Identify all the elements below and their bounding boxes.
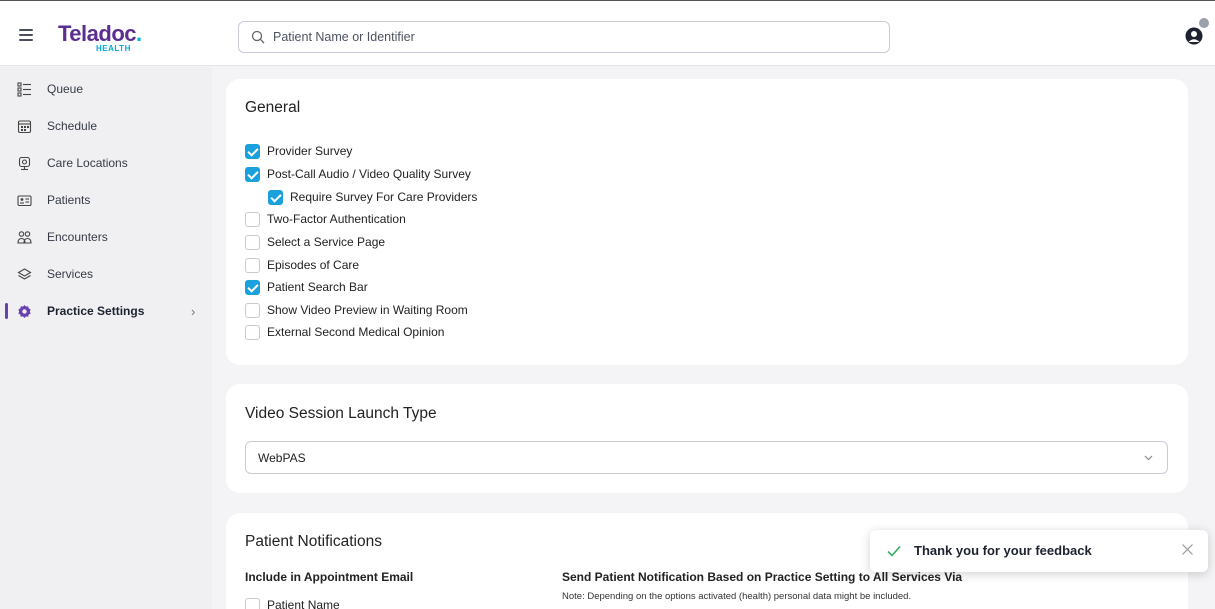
search-icon [251, 30, 265, 44]
teladoc-logo[interactable]: Teladoc. HEALTH [58, 21, 142, 53]
sidebar: Queue Schedule Care Locations Patients E… [0, 67, 212, 609]
sidebar-item-patients[interactable]: Patients [0, 185, 212, 215]
patient-name-option[interactable]: Patient Name [245, 596, 340, 609]
toast-message: Thank you for your feedback [914, 543, 1092, 558]
episodes-of-care-option[interactable]: Episodes of Care [245, 256, 359, 274]
provider-survey-option[interactable]: Provider Survey [245, 142, 352, 160]
gear-icon [18, 304, 31, 318]
require-survey-option[interactable]: Require Survey For Care Providers [268, 188, 477, 206]
logo-text: Teladoc [58, 21, 137, 46]
sidebar-item-queue[interactable]: Queue [0, 74, 212, 104]
sidebar-item-label: Encounters [47, 230, 108, 244]
user-avatar-icon[interactable] [1185, 27, 1203, 45]
people-icon [17, 230, 32, 244]
sidebar-item-label: Practice Settings [47, 304, 145, 318]
patient-search-bar-option[interactable]: Patient Search Bar [245, 278, 368, 296]
option-label: Two-Factor Authentication [267, 212, 406, 226]
select-value: WebPAS [258, 451, 306, 465]
presence-indicator [1199, 18, 1209, 28]
close-icon[interactable] [1181, 543, 1194, 556]
active-indicator [5, 303, 8, 319]
video-launch-card: Video Session Launch Type WebPAS [226, 384, 1188, 493]
calendar-icon [17, 119, 32, 133]
video-preview-option[interactable]: Show Video Preview in Waiting Room [245, 301, 468, 319]
queue-icon [17, 81, 31, 97]
option-label: Require Survey For Care Providers [290, 190, 478, 204]
patient-card-icon [17, 194, 32, 206]
sidebar-item-services[interactable]: Services [0, 259, 212, 289]
notifications-title: Patient Notifications [245, 533, 382, 550]
sidebar-item-encounters[interactable]: Encounters [0, 222, 212, 252]
second-opinion-option[interactable]: External Second Medical Opinion [245, 323, 444, 341]
search-input[interactable] [273, 27, 873, 47]
logo-subtext: HEALTH [96, 44, 131, 53]
option-label: Episodes of Care [267, 258, 360, 272]
privacy-note: Note: Depending on the options activated… [562, 591, 912, 602]
include-heading: Include in Appointment Email [245, 570, 414, 584]
logo-dot: . [136, 21, 142, 46]
care-location-icon [18, 156, 31, 170]
hamburger-menu-icon[interactable] [19, 29, 33, 41]
option-label: Select a Service Page [267, 235, 386, 249]
option-label: Patient Name [267, 598, 340, 609]
checkbox-checked[interactable] [245, 143, 260, 159]
sidebar-item-practice-settings[interactable]: Practice Settings › [0, 296, 212, 326]
checkbox-unchecked[interactable] [245, 257, 260, 273]
general-title: General [245, 99, 301, 116]
option-label: External Second Medical Opinion [267, 325, 445, 339]
checkbox-checked[interactable] [245, 166, 260, 182]
checkbox-unchecked[interactable] [245, 597, 260, 609]
post-call-survey-option[interactable]: Post-Call Audio / Video Quality Survey [245, 165, 471, 183]
option-label: Provider Survey [267, 144, 353, 158]
general-settings-card: General Provider Survey Post-Call Audio … [226, 79, 1188, 365]
chevron-down-icon [1144, 455, 1153, 461]
sidebar-item-label: Services [47, 267, 94, 281]
patient-search[interactable] [238, 21, 890, 53]
sidebar-item-label: Patients [47, 193, 91, 207]
sidebar-item-label: Care Locations [47, 156, 128, 170]
checkbox-checked[interactable] [268, 189, 283, 205]
layers-icon [17, 267, 32, 280]
sidebar-item-schedule[interactable]: Schedule [0, 111, 212, 141]
launch-type-select[interactable]: WebPAS [245, 441, 1168, 474]
sidebar-item-label: Queue [47, 82, 84, 96]
feedback-toast: Thank you for your feedback [870, 530, 1208, 572]
check-icon [887, 545, 901, 557]
service-page-option[interactable]: Select a Service Page [245, 233, 385, 251]
top-bar: Teladoc. HEALTH [0, 0, 1215, 66]
sidebar-item-care-locations[interactable]: Care Locations [0, 148, 212, 178]
option-label: Show Video Preview in Waiting Room [267, 303, 468, 317]
option-label: Patient Search Bar [267, 280, 368, 294]
checkbox-unchecked[interactable] [245, 211, 260, 227]
option-label: Post-Call Audio / Video Quality Survey [267, 167, 471, 181]
video-launch-title: Video Session Launch Type [245, 405, 437, 422]
checkbox-checked[interactable] [245, 279, 260, 295]
two-factor-option[interactable]: Two-Factor Authentication [245, 210, 406, 228]
checkbox-unchecked[interactable] [245, 324, 260, 340]
send-heading: Send Patient Notification Based on Pract… [562, 570, 963, 584]
checkbox-unchecked[interactable] [245, 302, 260, 318]
checkbox-unchecked[interactable] [245, 234, 260, 250]
chevron-right-icon: › [191, 303, 196, 319]
sidebar-item-label: Schedule [47, 119, 98, 133]
